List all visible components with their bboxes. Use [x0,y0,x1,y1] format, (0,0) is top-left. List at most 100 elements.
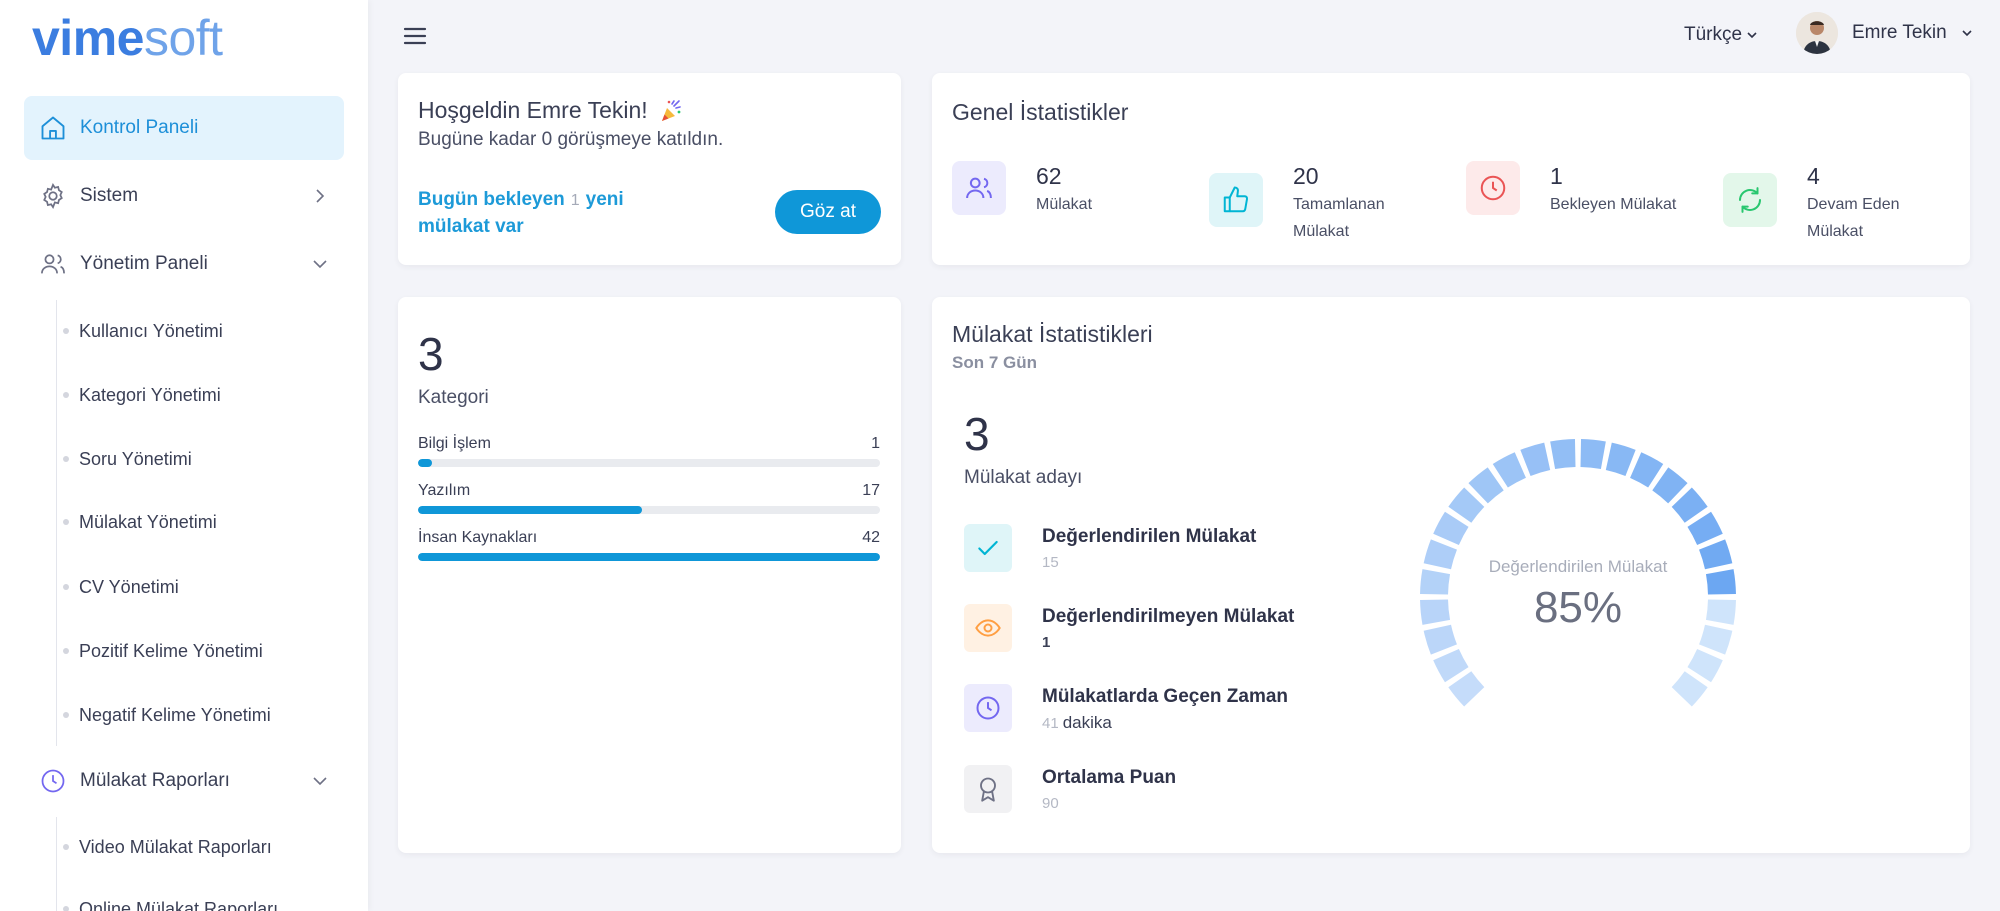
welcome-subtitle: Bugüne kadar 0 görüşmeye katıldın. [418,129,724,150]
category-value: 17 [862,482,880,499]
category-value: 42 [862,529,880,546]
user-menu[interactable]: Emre Tekin [1796,12,1973,54]
row-value: 1 [1042,634,1051,651]
stat-total-interviews: 62 Mülakat [952,161,1156,218]
thumbs-up-icon [1209,173,1263,227]
interview-stats-card: Mülakat İstatistikleri Son 7 Gün 3 Mülak… [932,297,1970,853]
sidebar-subitem-online-raporlari[interactable]: Online Mülakat Raporları [56,889,278,911]
chevron-down-icon [313,777,327,786]
language-selector[interactable]: Türkçe [1684,24,1758,46]
category-label: Kategori [418,387,489,408]
stat-label: Devam Eden Mülakat [1807,196,1900,240]
sidebar-item-label: Mülakat Raporları [80,770,230,791]
sidebar-item-label: Yönetim Paneli [80,253,208,274]
chevron-down-icon [1962,30,1972,37]
general-stats-card: Genel İstatistikler 62 Mülakat 20 Tamaml… [932,73,1970,265]
sidebar-subitem-label: Negatif Kelime Yönetimi [79,704,271,725]
check-icon [964,524,1012,572]
brand-logo-part2: soft [143,10,223,66]
unevaluated-interviews-row: Değerlendirilmeyen Mülakat 1 [964,604,1294,656]
gauge-segment [1605,442,1636,476]
category-card: 3 Kategori Bilgi İşlem 1 Yazılım 17 İnsan … [398,297,901,853]
interview-stats-subtitle: Son 7 Gün [952,353,1037,372]
row-value: 90 [1042,795,1059,812]
sidebar-subitem-cv-yonetimi[interactable]: CV Yönetimi [56,567,179,607]
progress-track [418,506,880,514]
bullet-dot [63,844,69,850]
brand-logo-part1: vime [32,10,144,66]
bullet-dot [63,648,69,654]
clock-icon [1466,161,1520,215]
category-value: 1 [871,435,880,452]
brand-logo[interactable]: vimesoft [32,10,223,66]
language-label: Türkçe [1684,24,1743,45]
interview-stats-title: Mülakat İstatistikleri [952,321,1153,347]
category-name: Bilgi İşlem [418,435,491,452]
sidebar-subitem-label: Online Mülakat Raporları [79,898,279,911]
bullet-dot [63,906,69,911]
clock-icon [38,766,68,796]
refresh-icon [1723,173,1777,227]
gauge-label: Değerlendirilen Mülakat [1488,557,1668,576]
row-value: 15 [1042,554,1059,571]
general-stats-title: Genel İstatistikler [952,99,1129,125]
sidebar-subitem-soru-yonetimi[interactable]: Soru Yönetimi [56,439,192,479]
user-name: Emre Tekin [1852,22,1947,43]
bullet-dot [63,328,69,334]
evaluated-interviews-row: Değerlendirilen Mülakat 15 [964,524,1256,576]
gear-icon [38,181,68,211]
chevron-down-icon [1747,32,1757,39]
category-bar-row: Yazılım 17 [418,482,880,514]
pending-prefix: Bugün bekleyen [418,189,565,210]
sidebar-subitem-pozitif-kelime[interactable]: Pozitif Kelime Yönetimi [56,631,263,671]
chevron-right-icon [316,189,325,203]
sidebar-subitem-video-raporlari[interactable]: Video Mülakat Raporları [56,827,272,867]
party-popper-icon [661,99,681,121]
row-title: Değerlendirilmeyen Mülakat [1042,606,1295,627]
sidebar-subitem-negatif-kelime[interactable]: Negatif Kelime Yönetimi [56,695,271,735]
row-title: Mülakatlarda Geçen Zaman [1042,686,1289,707]
stat-label: Bekleyen Mülakat [1550,196,1677,213]
gauge-segment [1550,439,1576,470]
welcome-title-text: Hoşgeldin Emre Tekin! [418,97,648,123]
users-icon [38,249,68,279]
category-bar-row: Bilgi İşlem 1 [418,435,880,467]
clock-icon [964,684,1012,732]
sidebar-item-sistem[interactable]: Sistem [24,164,344,228]
stat-value: 62 [1036,163,1062,189]
browse-button[interactable]: Göz at [775,190,881,234]
welcome-title: Hoşgeldin Emre Tekin! [418,97,684,124]
average-score-row: Ortalama Puan 90 [964,765,1176,817]
stat-label: Mülakat [1036,196,1093,213]
sidebar-subitem-label: Kullanıcı Yönetimi [79,320,223,341]
sidebar-item-kontrol-paneli[interactable]: Kontrol Paneli [24,96,344,160]
gauge-segment [1520,442,1551,476]
sidebar-item-mulakat-raporlari[interactable]: Mülakat Raporları [24,749,344,813]
category-name: Yazılım [418,482,471,499]
sidebar-subitem-kullanici-yonetimi[interactable]: Kullanıcı Yönetimi [56,311,223,351]
award-icon [964,765,1012,813]
stat-label: Tamamlanan Mülakat [1293,196,1385,240]
candidate-count: 3 [964,408,990,460]
bullet-dot [63,584,69,590]
row-title: Değerlendirilen Mülakat [1042,526,1257,547]
category-count: 3 [418,328,444,380]
stat-ongoing-interviews: 4 Devam Eden Mülakat [1723,161,1917,245]
hamburger-menu-icon[interactable] [402,24,428,48]
progress-fill [418,459,432,467]
stat-value: 4 [1807,163,1820,189]
category-bar-row: İnsan Kaynakları 42 [418,529,880,561]
pending-interviews-text: Bugün bekleyen 1 yeni mülakat var [418,187,638,240]
category-name: İnsan Kaynakları [418,529,538,546]
progress-track [418,459,880,467]
stat-completed-interviews: 20 Tamamlanan Mülakat [1209,161,1403,245]
sidebar-subitem-kategori-yonetimi[interactable]: Kategori Yönetimi [56,375,221,415]
sidebar-subitem-label: Soru Yönetimi [79,448,192,469]
avatar [1796,12,1838,54]
progress-fill [418,506,643,514]
sidebar-item-yonetim-paneli[interactable]: Yönetim Paneli [24,232,344,296]
sidebar-subitem-mulakat-yonetimi[interactable]: Mülakat Yönetimi [56,502,217,542]
sidebar-subitem-label: Mülakat Yönetimi [79,511,217,532]
bullet-dot [63,456,69,462]
sidebar-subitem-label: Pozitif Kelime Yönetimi [79,640,263,661]
